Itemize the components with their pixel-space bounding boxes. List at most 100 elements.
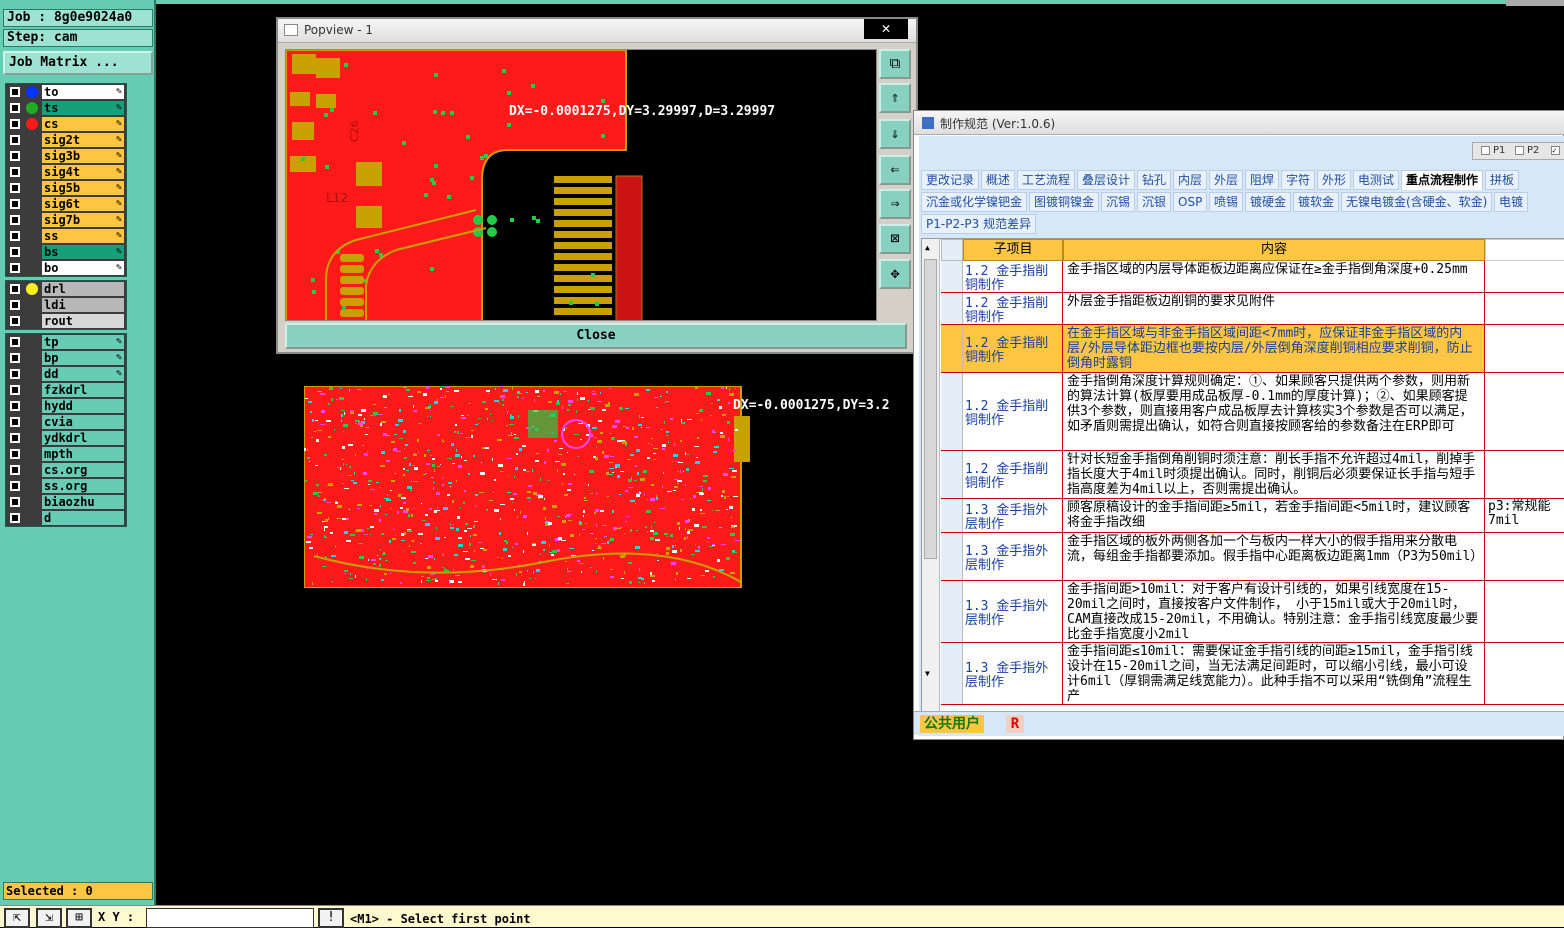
p3-checkbox[interactable]: ✓ xyxy=(1551,146,1560,155)
layer-row-sig2t[interactable]: sig2t ✎ xyxy=(6,132,126,148)
spec-titlebar[interactable]: 制作规范 (Ver:1.0.6) xyxy=(914,111,1564,135)
layer-row-sig7b[interactable]: sig7b ✎ xyxy=(6,212,126,228)
table-row[interactable]: 1.3 金手指外层制作 顾客原稿设计的金手指间距≥5mil，若金手指间距<5mil… xyxy=(941,499,1564,533)
layer-row-to[interactable]: to ✎ xyxy=(6,84,126,100)
tab-tabs_row2-5[interactable]: 喷锡 xyxy=(1209,192,1244,212)
layer-row-cs[interactable]: cs ✎ xyxy=(6,116,126,132)
tab-tabs_row1-7[interactable]: 阻焊 xyxy=(1245,170,1280,190)
alert-button[interactable]: ! xyxy=(318,908,344,928)
tab-tabs_row1-10[interactable]: 电测试 xyxy=(1353,170,1400,190)
layer-checkbox[interactable] xyxy=(10,247,20,257)
pan-left-button[interactable]: ⇐ xyxy=(879,155,911,185)
layer-row-d[interactable]: d xyxy=(6,510,126,526)
layer-checkbox[interactable] xyxy=(10,231,20,241)
layer-checkbox[interactable] xyxy=(10,300,20,310)
layer-checkbox[interactable] xyxy=(10,385,20,395)
layer-row-drl[interactable]: drl xyxy=(6,281,126,297)
tab-tabs_row2-8[interactable]: 无镍电镀金(含硬金、软金) xyxy=(1341,192,1493,212)
layer-checkbox[interactable] xyxy=(10,481,20,491)
layer-row-mpth[interactable]: mpth xyxy=(6,446,126,462)
layer-checkbox[interactable] xyxy=(10,369,20,379)
layer-row-sig4t[interactable]: sig4t ✎ xyxy=(6,164,126,180)
pointer-tool-button[interactable]: ⇱ xyxy=(4,908,30,928)
pan-right-button[interactable]: ⇒ xyxy=(879,189,911,219)
popview-canvas[interactable]: L12 C26 DX=-0.0001275,DY=3.29997,D=3.2999… xyxy=(285,49,877,321)
layer-checkbox[interactable] xyxy=(10,337,20,347)
layer-row-sig3b[interactable]: sig3b ✎ xyxy=(6,148,126,164)
tab-tabs_row2-6[interactable]: 镀硬金 xyxy=(1245,192,1292,212)
layer-checkbox[interactable] xyxy=(10,433,20,443)
tab-tabs_row2-7[interactable]: 镀软金 xyxy=(1293,192,1340,212)
layer-row-bo[interactable]: bo ✎ xyxy=(6,260,126,276)
table-row[interactable]: 1.3 金手指外层制作 金手指间距≤10mil：需要保证金手指引线的间距≥15mi… xyxy=(941,643,1564,705)
layer-row-ss[interactable]: ss ✎ xyxy=(6,228,126,244)
layer-checkbox[interactable] xyxy=(10,417,20,427)
layer-checkbox[interactable] xyxy=(10,263,20,273)
layer-checkbox[interactable] xyxy=(10,449,20,459)
layer-row-ss-org[interactable]: ss.org xyxy=(6,478,126,494)
layer-row-ldi[interactable]: ldi xyxy=(6,297,126,313)
tab-tabs_row3-0[interactable]: P1-P2-P3 规范差异 xyxy=(921,214,1037,234)
grid-tool-button[interactable]: ⊞ xyxy=(66,908,92,928)
layer-checkbox[interactable] xyxy=(10,87,20,97)
layer-row-fzkdrl[interactable]: fzkdrl xyxy=(6,382,126,398)
grid-scrollbar[interactable]: ▲ ▼ xyxy=(922,239,940,731)
tab-tabs_row2-3[interactable]: 沉银 xyxy=(1137,192,1172,212)
zoom-home-button[interactable]: ✥ xyxy=(879,259,911,289)
p2-checkbox[interactable] xyxy=(1515,146,1524,155)
tab-tabs_row2-4[interactable]: OSP xyxy=(1173,192,1208,212)
tab-tabs_row2-2[interactable]: 沉锡 xyxy=(1101,192,1136,212)
layer-checkbox[interactable] xyxy=(10,465,20,475)
zoom-fit-button[interactable]: ⊠ xyxy=(879,224,911,254)
layer-checkbox[interactable] xyxy=(10,167,20,177)
view-tool-1-button[interactable]: ⧉ xyxy=(879,49,911,79)
layer-checkbox[interactable] xyxy=(10,199,20,209)
layer-row-biaozhu[interactable]: biaozhu xyxy=(6,494,126,510)
layer-checkbox[interactable] xyxy=(10,401,20,411)
scroll-down-icon[interactable]: ▼ xyxy=(925,669,930,678)
table-row[interactable]: 1.3 金手指外层制作 金手指间距>10mil：对于客户有设计引线的，如果引线宽度… xyxy=(941,581,1564,643)
layer-checkbox[interactable] xyxy=(10,497,20,507)
table-row[interactable]: 1.2 金手指削铜制作 金手指倒角深度计算规则确定：①、如果顾客只提供两个参数，则… xyxy=(941,373,1564,451)
table-row[interactable]: 1.2 金手指削铜制作 针对长短金手指倒角削铜时须注意：削长手指不允许超过4mil… xyxy=(941,451,1564,499)
p1-checkbox[interactable] xyxy=(1481,146,1490,155)
tab-tabs_row2-1[interactable]: 图镀铜镍金 xyxy=(1029,192,1100,212)
tab-tabs_row2-9[interactable]: 电镀 xyxy=(1494,192,1529,212)
table-row[interactable]: 1.2 金手指削铜制作 金手指区域的内层导体距板边距离应保证在≥金手指倒角深度+0… xyxy=(941,261,1564,293)
tab-tabs_row1-5[interactable]: 内层 xyxy=(1173,170,1208,190)
pcb-board-view[interactable] xyxy=(304,386,750,588)
layer-row-cvia[interactable]: cvia xyxy=(6,414,126,430)
tab-tabs_row1-8[interactable]: 字符 xyxy=(1281,170,1316,190)
layer-row-cs-org[interactable]: cs.org xyxy=(6,462,126,478)
layer-checkbox[interactable] xyxy=(10,119,20,129)
job-matrix-button[interactable]: Job Matrix ... xyxy=(3,51,153,75)
tab-tabs_row1-0[interactable]: 更改记录 xyxy=(921,170,980,190)
layer-row-rout[interactable]: rout xyxy=(6,313,126,329)
tab-tabs_row1-6[interactable]: 外层 xyxy=(1209,170,1244,190)
tab-tabs_row1-3[interactable]: 叠层设计 xyxy=(1077,170,1136,190)
layer-checkbox[interactable] xyxy=(10,103,20,113)
tab-tabs_row1-11[interactable]: 重点流程制作 xyxy=(1401,170,1484,190)
pan-down-button[interactable]: ⇓ xyxy=(879,119,911,149)
tab-tabs_row1-9[interactable]: 外形 xyxy=(1317,170,1352,190)
table-row[interactable]: 1.2 金手指削铜制作 在金手指区域与非金手指区域间距<7mm时，应保证非金手指区… xyxy=(941,325,1564,373)
pan-up-button[interactable]: ⇑ xyxy=(879,83,911,113)
tab-tabs_row1-12[interactable]: 拼板 xyxy=(1485,170,1520,190)
popview-close-x-button[interactable]: ✕ xyxy=(864,19,908,39)
measure-tool-button[interactable]: ⇲ xyxy=(36,908,62,928)
popview-titlebar[interactable]: Popview - 1 ✕ xyxy=(278,19,916,43)
tab-tabs_row1-4[interactable]: 钻孔 xyxy=(1137,170,1172,190)
layer-checkbox[interactable] xyxy=(10,353,20,363)
popview-close-button[interactable]: Close xyxy=(285,323,907,349)
scroll-up-icon[interactable]: ▲ xyxy=(925,243,930,252)
layer-row-ydkdrl[interactable]: ydkdrl xyxy=(6,430,126,446)
scroll-thumb[interactable] xyxy=(924,259,937,559)
layer-checkbox[interactable] xyxy=(10,284,20,294)
tab-tabs_row1-1[interactable]: 概述 xyxy=(981,170,1016,190)
layer-row-tp[interactable]: tp ✎ xyxy=(6,334,126,350)
layer-checkbox[interactable] xyxy=(10,215,20,225)
layer-checkbox[interactable] xyxy=(10,183,20,193)
layer-checkbox[interactable] xyxy=(10,151,20,161)
layer-row-bp[interactable]: bp ✎ xyxy=(6,350,126,366)
layer-row-bs[interactable]: bs ✎ xyxy=(6,244,126,260)
